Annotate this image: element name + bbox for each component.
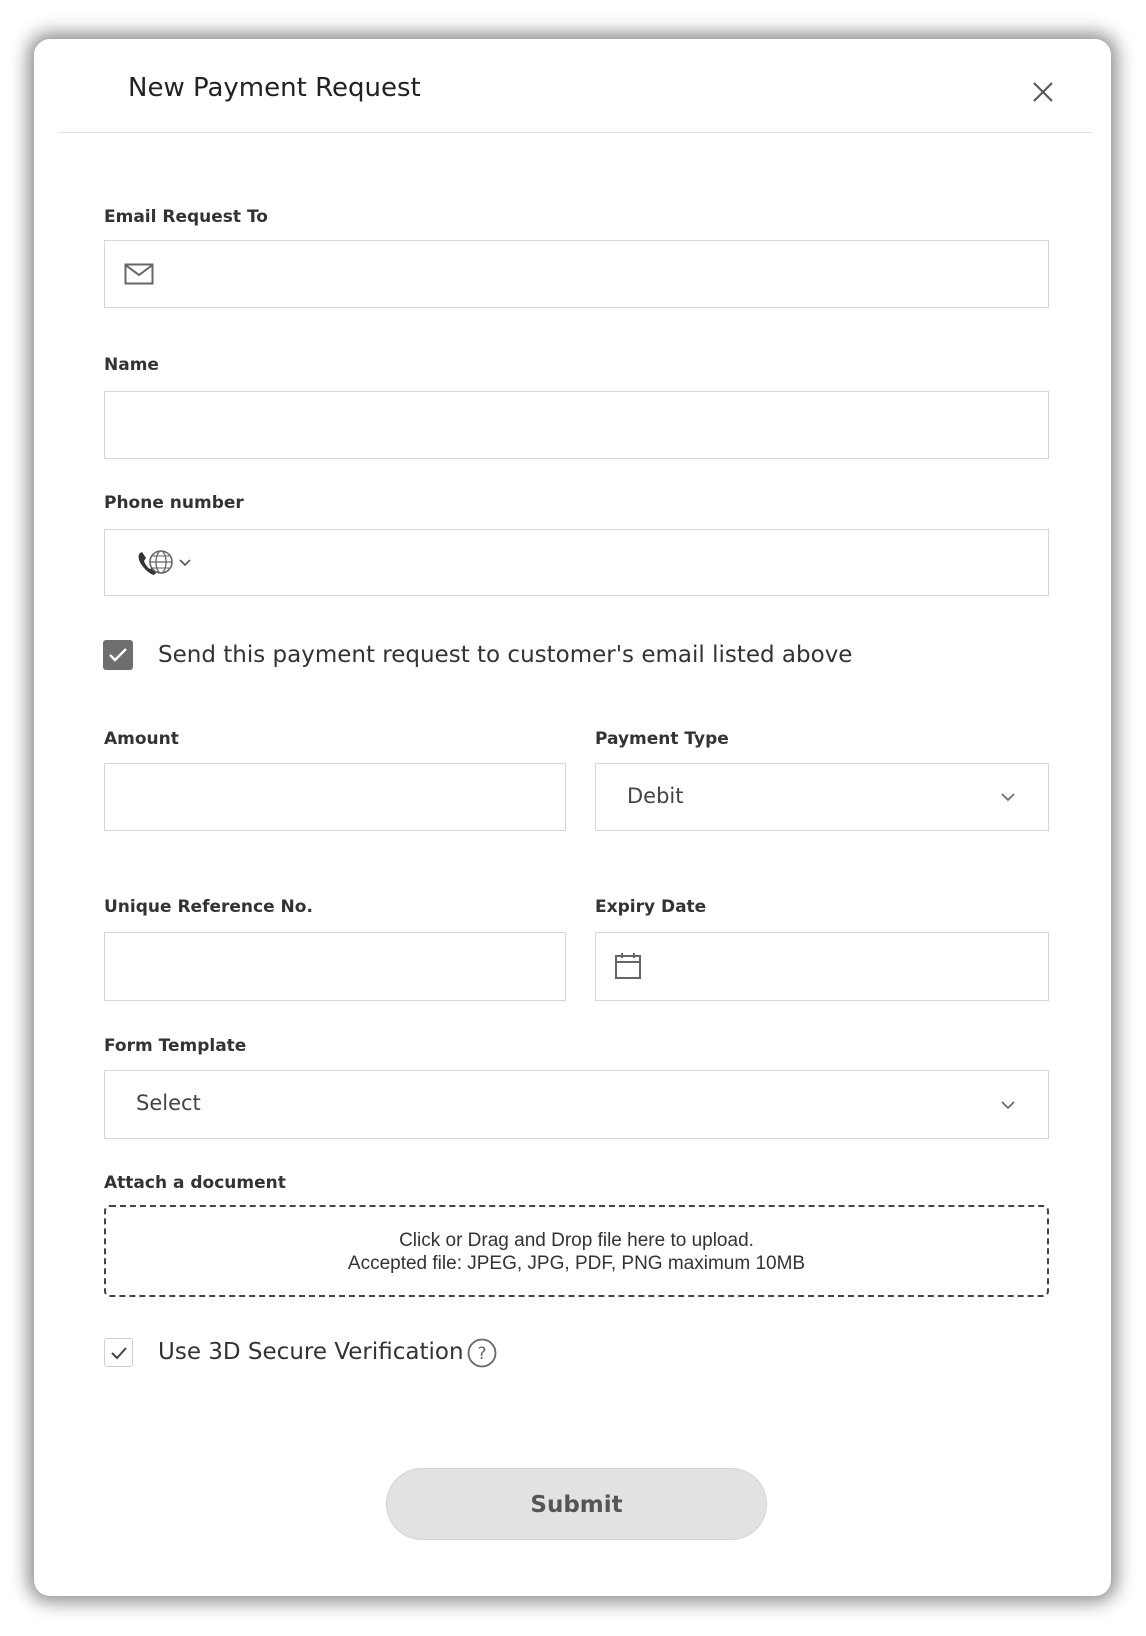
payment-type-label: Payment Type (595, 729, 729, 749)
calendar-icon[interactable] (614, 952, 642, 985)
chevron-down-icon (1000, 790, 1016, 808)
name-label: Name (104, 355, 159, 375)
question-circle-icon[interactable]: ? (466, 1337, 498, 1374)
expiry-date-input[interactable] (660, 933, 1034, 1002)
payment-type-select[interactable]: Debit (595, 763, 1049, 831)
phone-input[interactable] (205, 530, 1039, 597)
envelope-icon (124, 263, 154, 290)
phone-label: Phone number (104, 493, 244, 513)
dialog-header: New Payment Request (58, 39, 1092, 133)
phone-field[interactable] (104, 529, 1049, 597)
form-template-label: Form Template (104, 1036, 247, 1056)
expiry-date-field[interactable] (595, 932, 1049, 1002)
chevron-down-icon (1000, 1098, 1016, 1116)
reference-label: Unique Reference No. (104, 897, 313, 917)
dropzone-accepted-files: Accepted file: JPEG, JPG, PDF, PNG maxim… (347, 1253, 806, 1274)
secure-verification-label: Use 3D Secure Verification (158, 1339, 464, 1365)
name-field[interactable] (104, 391, 1049, 460)
file-dropzone[interactable]: Click or Drag and Drop file here to uplo… (104, 1205, 1049, 1297)
email-label: Email Request To (104, 207, 268, 227)
name-input[interactable] (125, 392, 1029, 460)
payment-type-value: Debit (627, 784, 684, 808)
payment-request-dialog: New Payment Request Email Request To Nam… (34, 39, 1111, 1596)
submit-button[interactable]: Submit (386, 1468, 767, 1540)
attach-label: Attach a document (104, 1173, 286, 1193)
checkmark-icon (109, 648, 127, 662)
form-template-select[interactable]: Select (104, 1070, 1049, 1139)
close-icon[interactable] (1030, 79, 1056, 105)
reference-field[interactable] (104, 932, 566, 1002)
send-email-checkbox-label: Send this payment request to customer's … (158, 642, 853, 668)
phone-globe-icon[interactable] (136, 548, 198, 583)
amount-label: Amount (104, 729, 179, 749)
checkmark-icon (111, 1347, 127, 1360)
amount-field[interactable] (104, 763, 566, 832)
email-input[interactable] (169, 241, 1033, 309)
form-template-value: Select (136, 1091, 201, 1115)
expiry-label: Expiry Date (595, 897, 707, 917)
secure-verification-checkbox[interactable] (104, 1338, 133, 1367)
dialog-title: New Payment Request (128, 73, 421, 103)
svg-text:?: ? (477, 1344, 486, 1364)
email-field[interactable] (104, 240, 1049, 309)
dropzone-instruction: Click or Drag and Drop file here to uplo… (399, 1230, 754, 1251)
reference-input[interactable] (125, 933, 549, 1002)
send-email-checkbox[interactable] (103, 640, 133, 670)
amount-input[interactable] (125, 764, 549, 832)
